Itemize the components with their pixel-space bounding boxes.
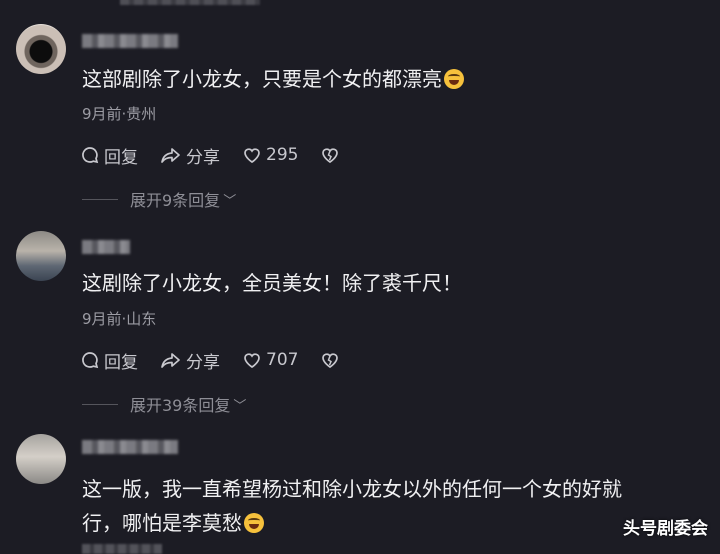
- like-button[interactable]: 295: [242, 145, 298, 165]
- avatar[interactable]: [16, 434, 66, 484]
- expand-replies-button[interactable]: 展开39条回复 ﹀: [82, 392, 246, 416]
- reply-bubble-icon: [82, 147, 99, 164]
- expand-replies-button[interactable]: 展开9条回复 ﹀: [82, 187, 236, 211]
- share-button[interactable]: 分享: [160, 143, 220, 168]
- dislike-button[interactable]: [320, 145, 344, 165]
- share-arrow-icon: [161, 353, 180, 368]
- dislike-button[interactable]: [320, 350, 344, 370]
- username-blurred[interactable]: [82, 440, 178, 454]
- reply-bubble-icon: [82, 352, 99, 369]
- comment-text: 这剧除了小龙女，全员美女！除了裘千尺！: [82, 271, 462, 295]
- watermark: 头号剧委会: [623, 519, 708, 539]
- heart-icon: [244, 148, 260, 164]
- comment-text-line-1: 这一版，我一直希望杨过和除小龙女以外的任何一个女的好就: [82, 477, 622, 501]
- username-blurred[interactable]: [82, 240, 130, 254]
- share-arrow-icon: [161, 148, 180, 163]
- broken-heart-icon: [322, 148, 339, 164]
- heart-icon: [244, 353, 260, 369]
- comment-text: 这部剧除了小龙女，只要是个女的都漂亮: [82, 62, 464, 96]
- laughing-emoji-icon: [244, 513, 264, 533]
- chevron-down-icon: ﹀: [223, 193, 237, 209]
- comment-actions: 回复 分享 295: [80, 143, 366, 168]
- comment-meta: 9月前·山东: [82, 310, 157, 328]
- comment-actions: 回复 分享 707: [80, 348, 366, 373]
- reply-button[interactable]: 回复: [80, 143, 138, 168]
- share-button[interactable]: 分享: [160, 348, 220, 373]
- divider-line: [82, 198, 118, 200]
- divider-line: [82, 403, 118, 405]
- previous-comment-fragment: [120, 0, 260, 5]
- avatar[interactable]: [16, 231, 66, 281]
- comment-text-line-2: 行，哪怕是李莫愁: [82, 506, 264, 540]
- laughing-emoji-icon: [444, 69, 464, 89]
- username-blurred[interactable]: [82, 34, 178, 48]
- reply-button[interactable]: 回复: [80, 348, 138, 373]
- comment-meta: 9月前·贵州: [82, 105, 157, 123]
- comment-meta-fragment: [82, 544, 162, 554]
- broken-heart-icon: [322, 353, 339, 369]
- avatar[interactable]: [16, 24, 66, 74]
- chevron-down-icon: ﹀: [233, 398, 247, 414]
- like-button[interactable]: 707: [242, 350, 298, 370]
